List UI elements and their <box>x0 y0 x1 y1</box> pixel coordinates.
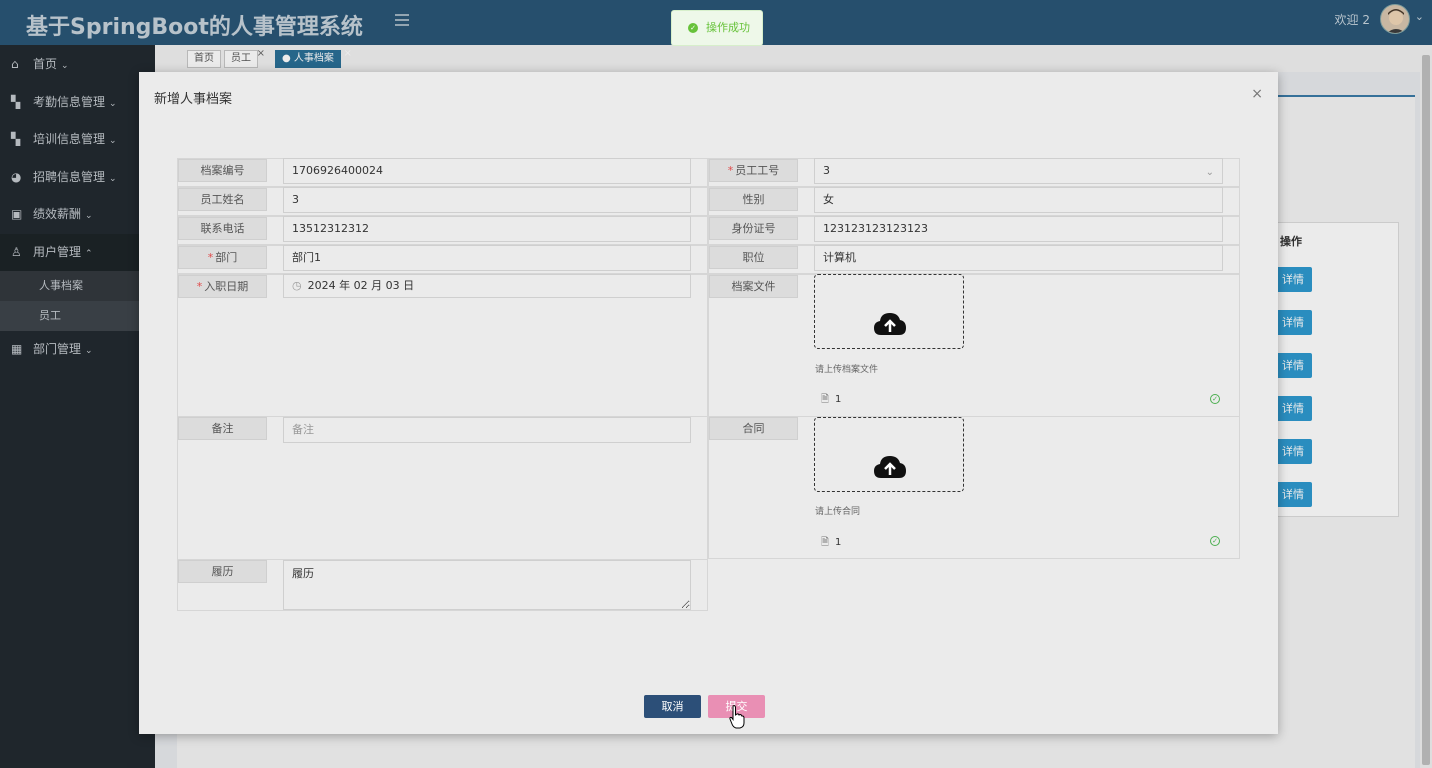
resume-label: 履历 <box>178 560 267 583</box>
emp-no-select[interactable]: 3 ⌄ <box>814 158 1223 184</box>
contract-upload[interactable] <box>814 417 964 492</box>
close-icon[interactable]: × <box>1251 86 1263 102</box>
success-check-icon: ✓ <box>1210 536 1220 546</box>
dept-label: * 部门 <box>178 246 267 269</box>
cloud-upload-icon <box>874 456 906 478</box>
emp-no-label: * 员工工号 <box>709 159 798 182</box>
hand-cursor-icon <box>729 705 745 729</box>
success-toast: ✓ 操作成功 <box>671 10 763 46</box>
entry-date-picker[interactable]: ◷ 2024 年 02 月 03 日 <box>283 274 691 298</box>
archive-no-input[interactable]: 1706926400024 <box>283 158 691 184</box>
gender-label: 性别 <box>709 188 798 211</box>
remark-label: 备注 <box>178 417 267 440</box>
chevron-down-icon: ⌄ <box>1205 167 1214 178</box>
resume-textarea[interactable]: 履历 <box>283 560 691 610</box>
label-text: 入职日期 <box>204 280 249 293</box>
uploaded-file-item[interactable]: 🗎 1 <box>821 392 841 409</box>
add-archive-dialog: 新增人事档案 × 档案编号 1706926400024 * 员工工号 3 ⌄ 员工姓… <box>139 72 1278 734</box>
file-name: 1 <box>835 394 842 405</box>
toast-text: 操作成功 <box>706 21 750 34</box>
archive-file-tip: 请上传档案文件 <box>815 365 879 375</box>
position-label: 职位 <box>709 246 798 269</box>
select-value: 3 <box>823 164 830 177</box>
emp-name-label: 员工姓名 <box>178 188 267 211</box>
cancel-button[interactable]: 取消 <box>644 695 701 718</box>
contract-label: 合同 <box>709 417 798 440</box>
success-check-icon: ✓ <box>1210 394 1220 404</box>
success-icon: ✓ <box>688 23 698 33</box>
clock-icon: ◷ <box>292 279 302 292</box>
id-card-input[interactable]: 123123123123123 <box>814 216 1223 242</box>
position-input[interactable]: 计算机 <box>814 245 1223 271</box>
document-icon: 🗎 <box>821 537 830 548</box>
remark-input[interactable]: 备注 <box>283 417 691 443</box>
label-text: 员工工号 <box>735 164 780 177</box>
dialog-title: 新增人事档案 <box>154 92 233 107</box>
archive-no-label: 档案编号 <box>178 159 267 182</box>
uploaded-file-item[interactable]: 🗎 1 <box>821 535 841 552</box>
emp-name-input[interactable]: 3 <box>283 187 691 213</box>
label-text: 部门 <box>215 251 238 264</box>
file-name: 1 <box>835 537 842 548</box>
archive-file-upload[interactable] <box>814 274 964 349</box>
date-value: 2024 年 02 月 03 日 <box>307 279 415 292</box>
archive-file-label: 档案文件 <box>709 275 798 298</box>
document-icon: 🗎 <box>821 394 830 405</box>
phone-input[interactable]: 13512312312 <box>283 216 691 242</box>
dept-input[interactable]: 部门1 <box>283 245 691 271</box>
contract-tip: 请上传合同 <box>815 507 861 517</box>
phone-label: 联系电话 <box>178 217 267 240</box>
entry-date-label: * 入职日期 <box>178 275 267 298</box>
gender-input[interactable]: 女 <box>814 187 1223 213</box>
cloud-upload-icon <box>874 313 906 335</box>
id-card-label: 身份证号 <box>709 217 798 240</box>
